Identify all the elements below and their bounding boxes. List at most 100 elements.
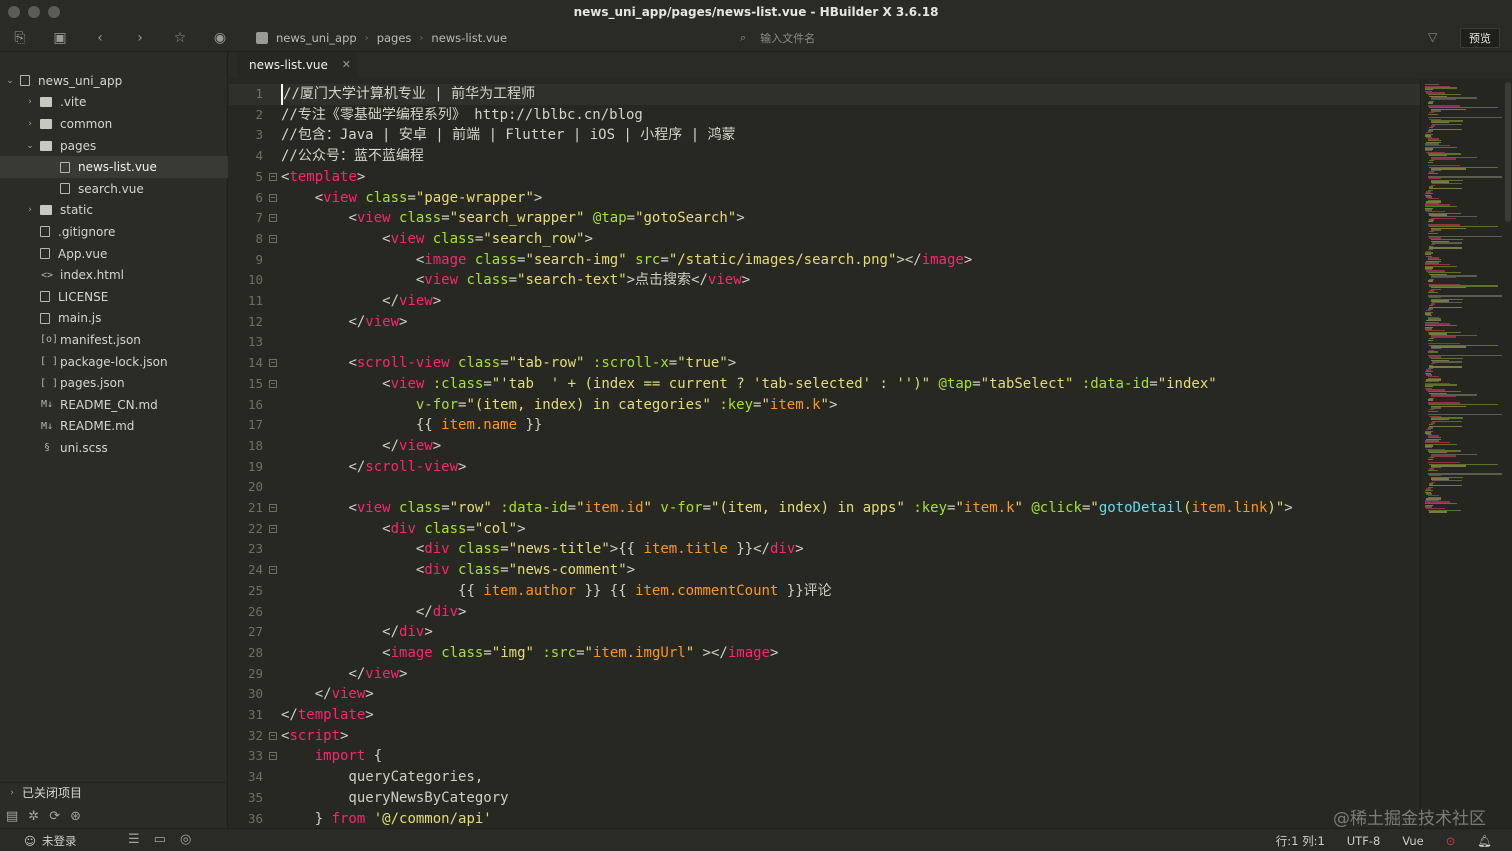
code-line[interactable]: 4 //公众号：蓝不蓝编程: [229, 146, 1420, 167]
code-text[interactable]: <div class="col">: [281, 519, 525, 540]
new-file-icon[interactable]: ⎘: [0, 24, 40, 52]
code-text[interactable]: <view class="page-wrapper">: [281, 188, 543, 209]
tree-item-app-vue[interactable]: App.vue: [0, 243, 228, 265]
minimap-scrollbar[interactable]: [1505, 82, 1511, 222]
tree-item-project[interactable]: ⌄ news_uni_app: [0, 70, 228, 92]
code-text[interactable]: import {: [281, 746, 382, 767]
file-search-input[interactable]: 输入文件名: [760, 30, 815, 46]
plugin-icon[interactable]: ⊛: [70, 809, 81, 824]
code-text[interactable]: v-for="(item, index) in categories" :key…: [281, 395, 838, 416]
bell-icon[interactable]: 🔔︎: [1477, 834, 1492, 848]
tree-item-common[interactable]: › common: [0, 113, 228, 135]
tree-item-main-js[interactable]: main.js: [0, 308, 228, 330]
code-text[interactable]: {{ item.name }}: [281, 415, 542, 436]
chevron-down-icon[interactable]: ⌄: [24, 141, 36, 151]
tree-item-pages[interactable]: ⌄ pages: [0, 135, 228, 157]
code-text[interactable]: <view class="row" :data-id="item.id" v-f…: [281, 498, 1292, 519]
tab-news-list[interactable]: news-list.vue ✕: [237, 52, 357, 78]
code-line[interactable]: 3 //包含：Java | 安卓 | 前端 | Flutter | iOS | 小…: [229, 125, 1420, 146]
code-line[interactable]: 14− <scroll-view class="tab-row" :scroll…: [229, 353, 1420, 374]
code-text[interactable]: //包含：Java | 安卓 | 前端 | Flutter | iOS | 小程…: [281, 125, 736, 146]
window-controls[interactable]: [8, 6, 60, 18]
code-text[interactable]: </scroll-view>: [281, 457, 466, 478]
tree-item-readme[interactable]: M↓ README.md: [0, 416, 228, 438]
code-text[interactable]: queryNewsByCategory: [281, 788, 508, 809]
close-window-button[interactable]: [8, 6, 20, 18]
minimize-window-button[interactable]: [28, 6, 40, 18]
cursor-position[interactable]: 行:1 列:1: [1276, 833, 1325, 849]
code-line[interactable]: 26 </div>: [229, 602, 1420, 623]
code-line[interactable]: 22− <div class="col">: [229, 519, 1420, 540]
code-line[interactable]: 25 {{ item.author }} {{ item.commentCoun…: [229, 581, 1420, 602]
file-search[interactable]: ⌕ 输入文件名: [740, 24, 815, 52]
code-line[interactable]: 28 <image class="img" :src="item.imgUrl"…: [229, 643, 1420, 664]
code-text[interactable]: </template>: [281, 705, 374, 726]
fold-icon[interactable]: −: [269, 504, 277, 512]
code-line[interactable]: 10 <view class="search-text">点击搜索</view>: [229, 270, 1420, 291]
breadcrumb-project[interactable]: news_uni_app: [276, 31, 357, 45]
git-icon[interactable]: ⟳: [49, 809, 60, 824]
run-icon[interactable]: ◉: [200, 24, 240, 52]
code-line[interactable]: 7− <view class="search_wrapper" @tap="go…: [229, 208, 1420, 229]
back-icon[interactable]: ‹: [80, 24, 120, 52]
tree-item-manifest[interactable]: [o] manifest.json: [0, 329, 228, 351]
tree-item-gitignore[interactable]: .gitignore: [0, 221, 228, 243]
code-text[interactable]: </div>: [281, 602, 467, 623]
code-text[interactable]: <view class="search_row">: [281, 229, 593, 250]
code-text[interactable]: //公众号：蓝不蓝编程: [281, 146, 424, 167]
code-text[interactable]: <div class="news-title">{{ item.title }}…: [281, 539, 804, 560]
code-line[interactable]: 1 //厦门大学计算机专业 | 前华为工程师: [229, 84, 1420, 105]
filter-icon[interactable]: ▽: [1428, 30, 1437, 44]
code-text[interactable]: <script>: [281, 726, 348, 747]
code-editor[interactable]: 1 //厦门大学计算机专业 | 前华为工程师 2 //专注《零基础学编程系列》 htt…: [229, 78, 1420, 828]
fold-icon[interactable]: −: [269, 359, 277, 368]
terminal-icon[interactable]: ▭: [154, 832, 166, 847]
code-line[interactable]: 33− import {: [229, 746, 1420, 767]
tree-item-vite[interactable]: › .vite: [0, 92, 228, 114]
code-text[interactable]: {{ item.author }} {{ item.commentCount }…: [281, 581, 832, 602]
fold-icon[interactable]: −: [269, 752, 277, 761]
code-line[interactable]: 8− <view class="search_row">: [229, 229, 1420, 250]
zoom-window-button[interactable]: [48, 6, 60, 18]
code-text[interactable]: </view>: [281, 684, 374, 705]
tree-item-index-html[interactable]: <> index.html: [0, 264, 228, 286]
forward-icon[interactable]: ›: [120, 24, 160, 52]
code-line[interactable]: 27 </div>: [229, 622, 1420, 643]
save-icon[interactable]: ▣: [40, 24, 80, 52]
breadcrumb-folder[interactable]: pages: [377, 31, 412, 45]
code-line[interactable]: 2 //专注《零基础学编程系列》 http://lblbc.cn/blog: [229, 105, 1420, 126]
tree-item-news-list[interactable]: news-list.vue: [0, 156, 228, 178]
code-line[interactable]: 30 </view>: [229, 684, 1420, 705]
code-text[interactable]: queryCategories,: [281, 767, 483, 788]
minimap[interactable]: [1420, 78, 1512, 828]
code-line[interactable]: 18 </view>: [229, 436, 1420, 457]
code-text[interactable]: <view class="search-text">点击搜索</view>: [281, 270, 750, 291]
language-mode[interactable]: Vue: [1402, 834, 1423, 848]
code-line[interactable]: 34 queryCategories,: [229, 767, 1420, 788]
fold-icon[interactable]: −: [269, 731, 277, 740]
code-line[interactable]: 23 <div class="news-title">{{ item.title…: [229, 539, 1420, 560]
code-text[interactable]: <image class="img" :src="item.imgUrl" ><…: [281, 643, 778, 664]
code-line[interactable]: 19 </scroll-view>: [229, 457, 1420, 478]
login-status[interactable]: ☺ 未登录: [24, 833, 77, 849]
list-icon[interactable]: ☰: [128, 832, 140, 847]
encoding[interactable]: UTF-8: [1347, 834, 1381, 848]
chevron-right-icon[interactable]: ›: [24, 119, 36, 129]
tree-item-pages-json[interactable]: [ ] pages.json: [0, 372, 228, 394]
code-text[interactable]: </div>: [281, 622, 433, 643]
code-text[interactable]: </view>: [281, 436, 441, 457]
tree-item-readme-cn[interactable]: M↓ README_CN.md: [0, 394, 228, 416]
close-icon[interactable]: ✕: [342, 58, 351, 71]
code-text[interactable]: <view :class="'tab ' + (index == current…: [281, 374, 1217, 395]
fold-icon[interactable]: −: [269, 214, 277, 223]
code-line[interactable]: 21− <view class="row" :data-id="item.id"…: [229, 498, 1420, 519]
chevron-right-icon[interactable]: ›: [24, 205, 36, 215]
fold-icon[interactable]: −: [269, 379, 277, 388]
code-line[interactable]: 12 </view>: [229, 312, 1420, 333]
code-line[interactable]: 5− <template>: [229, 167, 1420, 188]
code-line[interactable]: 29 </view>: [229, 664, 1420, 685]
code-text[interactable]: <image class="search-img" src="/static/i…: [281, 250, 972, 271]
code-text[interactable]: <div class="news-comment">: [281, 560, 635, 581]
tree-item-static[interactable]: › static: [0, 200, 228, 222]
code-line[interactable]: 11 </view>: [229, 291, 1420, 312]
